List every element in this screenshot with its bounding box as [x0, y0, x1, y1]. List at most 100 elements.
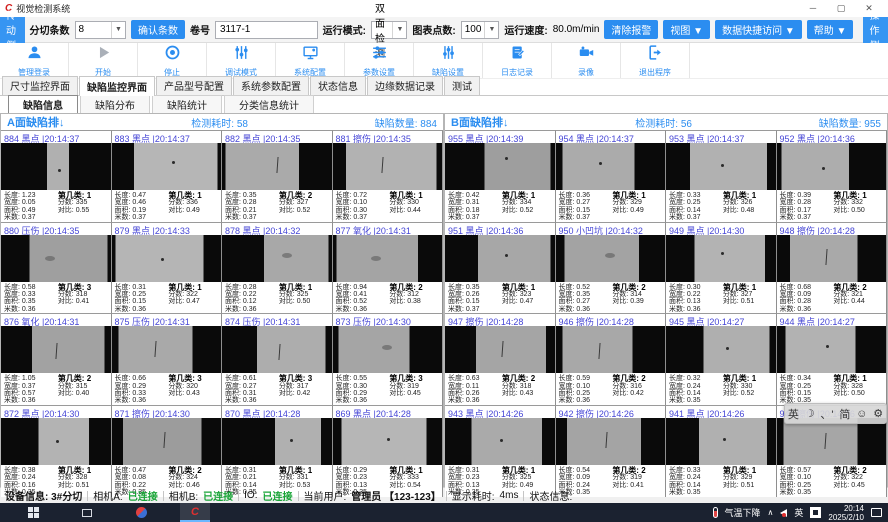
defect-thumbnail[interactable] [445, 418, 555, 465]
tab-1[interactable]: 缺陷监控界面 [79, 76, 155, 96]
defect-thumbnail[interactable] [777, 326, 887, 373]
defect-thumbnail[interactable] [666, 326, 776, 373]
defect-thumbnail[interactable] [777, 235, 887, 282]
defect-thumbnail[interactable] [222, 326, 332, 373]
subtab-0[interactable]: 缺陷信息 [8, 95, 78, 114]
defect-cell[interactable]: 953 黑点 |20:14:37长度: 0.33宽度: 0.25面积: 0.14… [666, 130, 777, 222]
subtab-3[interactable]: 分类信息统计 [224, 95, 314, 114]
defect-thumbnail[interactable] [666, 143, 776, 190]
notification-tray-icon[interactable] [871, 508, 882, 517]
subtab-1[interactable]: 缺陷分布 [80, 95, 150, 114]
defect-thumbnail[interactable] [556, 326, 666, 373]
defect-cell[interactable]: 879 黑点 |20:14:33长度: 0.31宽度: 0.25面积: 0.15… [112, 222, 223, 314]
defect-cell[interactable]: 942 擦伤 |20:14:26长度: 0.54宽度: 0.09面积: 0.24… [556, 405, 667, 497]
subtab-2[interactable]: 缺陷统计 [152, 95, 222, 114]
defect-settings-button[interactable]: 缺陷设置 [414, 43, 483, 78]
defect-thumbnail[interactable] [1, 235, 111, 282]
defect-thumbnail[interactable] [333, 143, 443, 190]
defect-cell[interactable]: 884 黑点 |20:14:37长度: 1.23宽度: 0.05面积: 0.49… [1, 130, 112, 222]
defect-thumbnail[interactable] [556, 418, 666, 465]
defect-cell[interactable]: 945 黑点 |20:14:27长度: 0.32宽度: 0.24面积: 0.14… [666, 313, 777, 405]
drive-side-button[interactable]: 传动侧 [0, 17, 25, 43]
language-indicator[interactable]: 英 [794, 506, 803, 519]
video-record-button[interactable]: 录像 [552, 43, 621, 78]
defect-cell[interactable]: 870 黑点 |20:14:28长度: 0.31宽度: 0.21面积: 0.14… [222, 405, 333, 497]
task-view-button[interactable] [72, 503, 102, 522]
defect-cell[interactable]: 951 黑点 |20:14:36长度: 0.35宽度: 0.26面积: 0.15… [445, 222, 556, 314]
help-menu-button[interactable]: 帮助 ▼ [807, 20, 854, 39]
chart-points-select[interactable]: 100 ▼ [461, 21, 500, 39]
defect-cell[interactable]: 873 压伤 |20:14:30长度: 0.55宽度: 0.30面积: 0.29… [333, 313, 444, 405]
defect-thumbnail[interactable] [333, 418, 443, 465]
defect-cell[interactable]: 869 黑点 |20:14:28长度: 0.29宽度: 0.23面积: 0.13… [333, 405, 444, 497]
defect-cell[interactable]: 880 压伤 |20:14:35长度: 0.58宽度: 0.33面积: 0.35… [1, 222, 112, 314]
defect-thumbnail[interactable] [445, 235, 555, 282]
defect-cell[interactable]: 883 黑点 |20:14:37长度: 0.47宽度: 0.46面积: 0.19… [112, 130, 223, 222]
defect-cell[interactable]: 881 擦伤 |20:14:35长度: 0.72宽度: 0.10面积: 0.30… [333, 130, 444, 222]
defect-thumbnail[interactable] [1, 326, 111, 373]
data-shortcut-menu-button[interactable]: 数据快捷访问 ▼ [715, 20, 802, 39]
tab-0[interactable]: 尺寸监控界面 [2, 76, 78, 95]
taskbar-clock[interactable]: 20:14 2025/2/10 [828, 504, 864, 522]
defect-thumbnail[interactable] [556, 143, 666, 190]
ime-toolbar[interactable]: 英 ☽ 、' 简 ☺ ⚙ [784, 403, 887, 424]
defect-thumbnail[interactable] [222, 418, 332, 465]
tab-5[interactable]: 边缘数据记录 [367, 76, 443, 95]
defect-thumbnail[interactable] [112, 143, 222, 190]
ime-punctuation-toggle[interactable]: 、' [820, 406, 833, 422]
start-button[interactable]: 开始 [69, 43, 138, 78]
defect-cell[interactable]: 949 黑点 |20:14:30长度: 0.30宽度: 0.22面积: 0.13… [666, 222, 777, 314]
debug-mode-button[interactable]: 调试模式 [207, 43, 276, 78]
ime-emoji-icon[interactable]: ☺ [856, 408, 867, 420]
roll-number-input[interactable]: 3117-1 [215, 21, 318, 39]
defect-cell[interactable]: 882 黑点 |20:14:35长度: 0.35宽度: 0.28面积: 0.21… [222, 130, 333, 222]
defect-cell[interactable]: 876 氧化 |20:14:31长度: 1.05宽度: 0.37面积: 0.57… [1, 313, 112, 405]
ime-english-indicator[interactable]: 英 [788, 406, 799, 422]
taskbar-pinned-app[interactable] [126, 503, 156, 522]
ime-settings-gear-icon[interactable]: ⚙ [873, 407, 883, 420]
defect-thumbnail[interactable] [1, 143, 111, 190]
system-config-button[interactable]: 系统配置 [276, 43, 345, 78]
tab-2[interactable]: 产品型号配置 [156, 76, 232, 95]
defect-cell[interactable]: 875 压伤 |20:14:31长度: 0.66宽度: 0.29面积: 0.33… [112, 313, 223, 405]
defect-thumbnail[interactable] [112, 235, 222, 282]
exit-program-button[interactable]: 退出程序 [621, 43, 690, 78]
defect-thumbnail[interactable] [445, 143, 555, 190]
clear-alarm-button[interactable]: 清除报警 [604, 20, 658, 39]
tray-chevron-icon[interactable]: ∧ [768, 508, 774, 517]
defect-cell[interactable]: 872 黑点 |20:14:30长度: 0.38宽度: 0.24面积: 0.16… [1, 405, 112, 497]
defect-thumbnail[interactable] [777, 418, 887, 465]
defect-thumbnail[interactable] [222, 235, 332, 282]
defect-thumbnail[interactable] [333, 326, 443, 373]
stop-button[interactable]: 停止 [138, 43, 207, 78]
defect-cell[interactable]: 874 压伤 |20:14:31长度: 0.61宽度: 0.27面积: 0.31… [222, 313, 333, 405]
defect-cell[interactable]: 943 黑点 |20:14:26长度: 0.31宽度: 0.23面积: 0.13… [445, 405, 556, 497]
defect-cell[interactable]: 878 黑点 |20:14:32长度: 0.28宽度: 0.22面积: 0.12… [222, 222, 333, 314]
confirm-count-button[interactable]: 确认条数 [131, 20, 185, 39]
defect-thumbnail[interactable] [666, 235, 776, 282]
tab-6[interactable]: 测试 [444, 76, 480, 95]
defect-cell[interactable]: 950 小凹坑 |20:14:32长度: 0.52宽度: 0.35面积: 0.2… [556, 222, 667, 314]
defect-cell[interactable]: 947 擦伤 |20:14:28长度: 0.63宽度: 0.11面积: 0.26… [445, 313, 556, 405]
start-button[interactable] [18, 503, 48, 522]
defect-thumbnail[interactable] [222, 143, 332, 190]
defect-thumbnail[interactable] [333, 235, 443, 282]
defect-thumbnail[interactable] [556, 235, 666, 282]
ime-tray-icon[interactable] [810, 507, 821, 518]
defect-cell[interactable]: 948 擦伤 |20:14:28长度: 0.68宽度: 0.09面积: 0.28… [777, 222, 888, 314]
defect-cell[interactable]: 955 黑点 |20:14:39长度: 0.42宽度: 0.31面积: 0.18… [445, 130, 556, 222]
defect-cell[interactable]: 944 黑点 |20:14:27长度: 0.34宽度: 0.25面积: 0.15… [777, 313, 888, 405]
defect-thumbnail[interactable] [777, 143, 887, 190]
tab-3[interactable]: 系统参数配置 [233, 76, 309, 95]
defect-thumbnail[interactable] [445, 326, 555, 373]
defect-thumbnail[interactable] [666, 418, 776, 465]
taskbar-active-app[interactable]: C [180, 503, 210, 522]
defect-cell[interactable]: 954 黑点 |20:14:37长度: 0.36宽度: 0.27面积: 0.15… [556, 130, 667, 222]
maximize-button[interactable]: ▢ [827, 1, 855, 16]
operator-side-button[interactable]: 操作侧 [863, 17, 888, 43]
defect-cell[interactable]: 871 擦伤 |20:14:30长度: 0.47宽度: 0.08面积: 0.22… [112, 405, 223, 497]
defect-cell[interactable]: 952 黑点 |20:14:36长度: 0.39宽度: 0.28面积: 0.17… [777, 130, 888, 222]
defect-thumbnail[interactable] [1, 418, 111, 465]
parameter-settings-button[interactable]: 参数设置 [345, 43, 414, 78]
defect-cell[interactable]: 941 黑点 |20:14:26长度: 0.33宽度: 0.24面积: 0.14… [666, 405, 777, 497]
